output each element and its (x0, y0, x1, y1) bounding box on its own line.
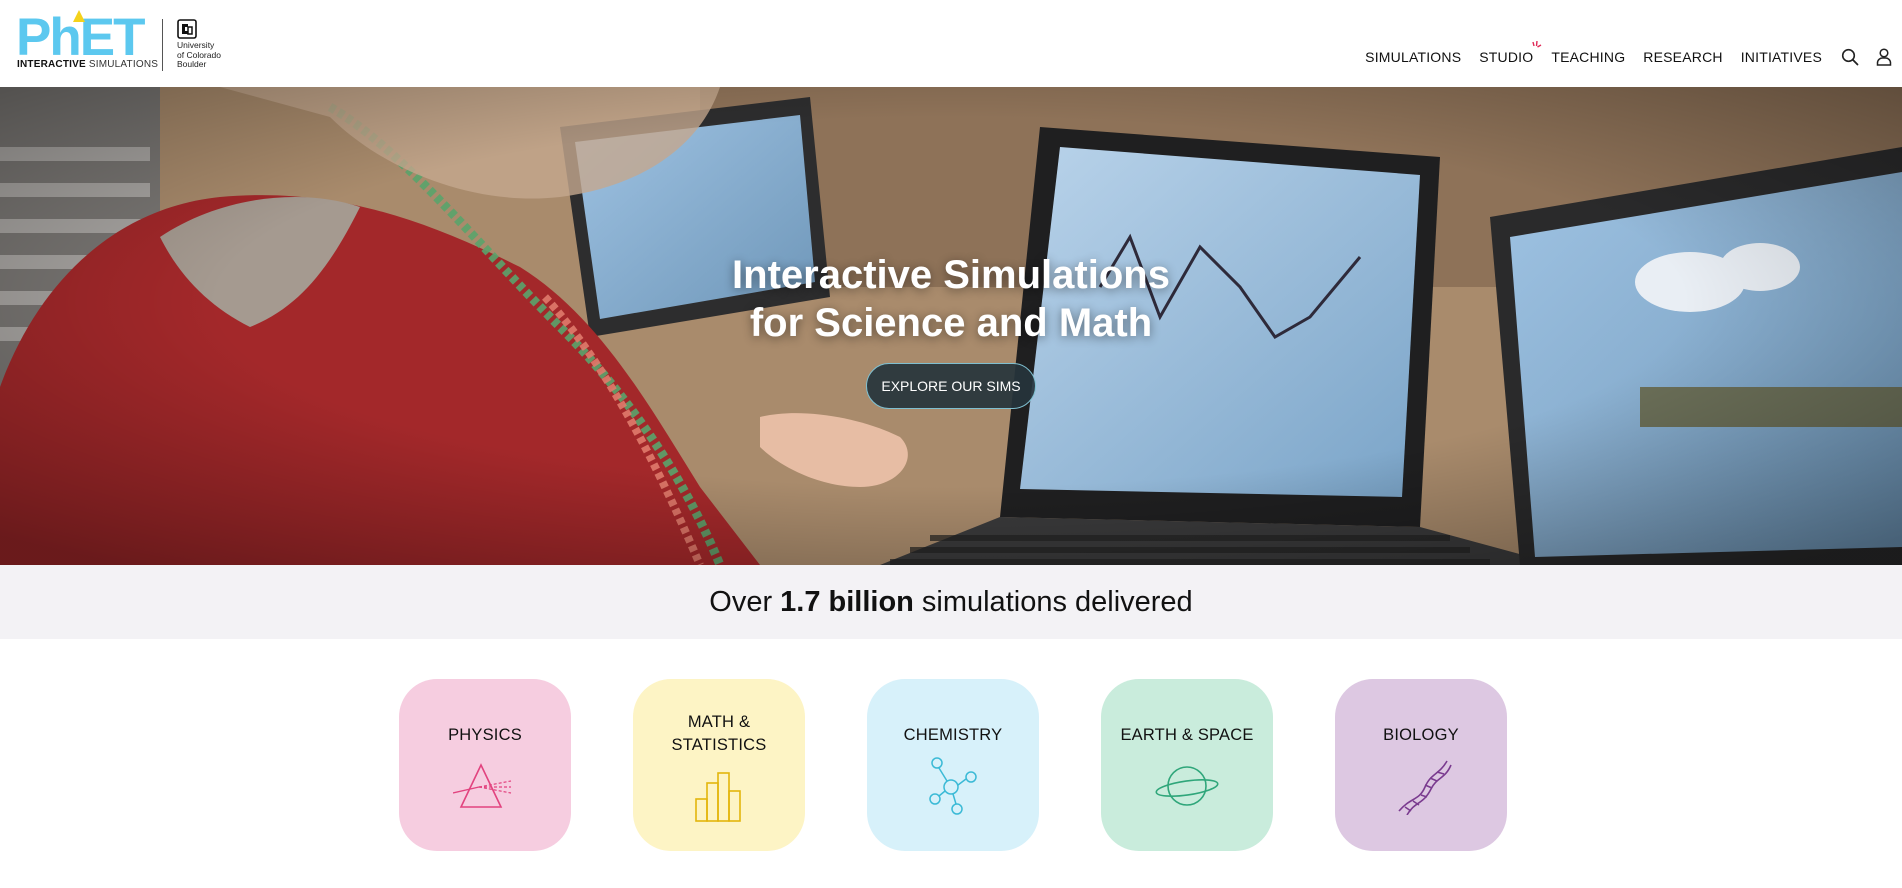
subject-card-chemistry[interactable]: CHEMISTRY (867, 679, 1039, 851)
subject-label: EARTH & SPACE (1120, 726, 1254, 744)
logo-spark-icon (73, 10, 85, 22)
stats-band: Over 1.7 billion simulations delivered (0, 565, 1902, 639)
subject-label: MATH & STATISTICS (671, 713, 767, 754)
university-name: University of Colorado Boulder (177, 40, 221, 69)
nav-initiatives[interactable]: INITIATIVES (1741, 49, 1822, 65)
site-header: PhET INTERACTIVE SIMULATIONS University … (0, 0, 1902, 87)
prism-icon (453, 763, 512, 808)
subject-card-math-statistics[interactable]: MATH & STATISTICS (633, 679, 805, 851)
stats-prefix: Over (709, 585, 773, 618)
subject-card-biology[interactable]: BIOLOGY (1335, 679, 1507, 851)
logo-tagline: INTERACTIVE SIMULATIONS (17, 59, 159, 70)
hero-title: Interactive Simulations for Science and … (732, 253, 1170, 345)
search-icon[interactable] (1840, 47, 1860, 67)
cu-boulder-icon (177, 19, 197, 39)
logo-divider (162, 19, 163, 71)
explore-sims-button[interactable]: EXPLORE OUR SIMS (866, 363, 1036, 409)
subject-cards: PHYSICS MATH & STATISTICS CHEMISTRY EART… (0, 679, 1902, 851)
user-icon[interactable] (1874, 47, 1894, 67)
molecule-icon (929, 757, 977, 815)
planet-icon (1155, 766, 1219, 806)
stats-suffix: simulations delivered (921, 585, 1193, 618)
subject-card-earth-space[interactable]: EARTH & SPACE (1101, 679, 1273, 851)
subject-label: PHYSICS (448, 726, 522, 744)
subject-label: CHEMISTRY (903, 726, 1003, 744)
main-nav: SIMULATIONS STUDIO TEACHING RESEARCH INI… (1365, 41, 1902, 70)
nav-simulations[interactable]: SIMULATIONS (1365, 49, 1461, 65)
nav-research[interactable]: RESEARCH (1643, 49, 1722, 65)
new-badge-icon (1532, 41, 1542, 48)
bar-chart-icon (695, 772, 741, 822)
hero-banner: Interactive Simulations for Science and … (0, 87, 1902, 565)
nav-studio[interactable]: STUDIO (1479, 41, 1542, 65)
subject-label: BIOLOGY (1383, 726, 1459, 744)
stats-value: 1.7 billion (780, 585, 914, 618)
nav-teaching[interactable]: TEACHING (1551, 49, 1625, 65)
cu-boulder-logo[interactable]: University of Colorado Boulder (177, 19, 221, 70)
dna-icon (1398, 760, 1452, 815)
phet-logo[interactable]: PhET INTERACTIVE SIMULATIONS University … (16, 9, 221, 73)
hero-content: Interactive Simulations for Science and … (0, 87, 1902, 565)
phet-wordmark: PhET INTERACTIVE SIMULATIONS (16, 9, 158, 71)
subject-card-physics[interactable]: PHYSICS (399, 679, 571, 851)
